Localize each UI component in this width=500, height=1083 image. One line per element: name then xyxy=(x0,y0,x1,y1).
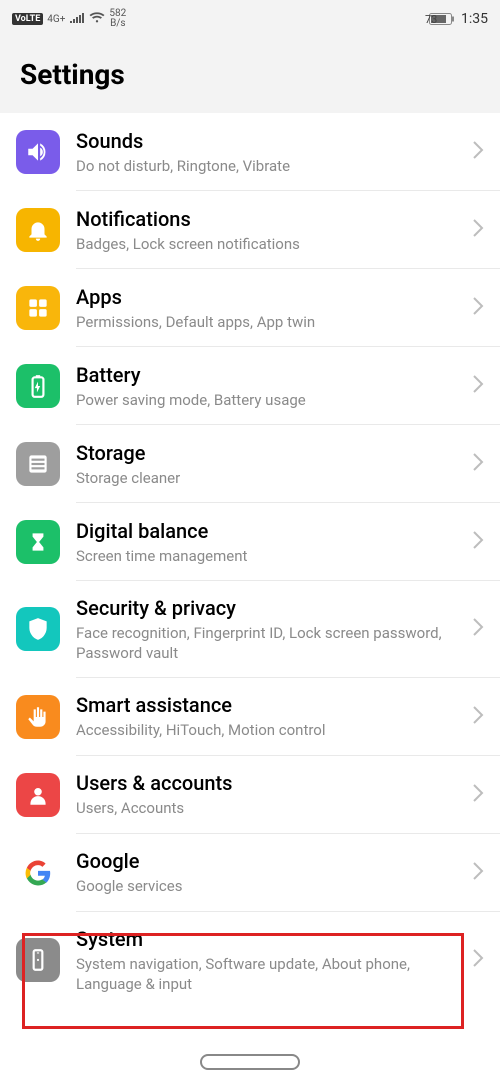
chevron-right-icon xyxy=(472,530,484,554)
hourglass-icon xyxy=(16,520,60,564)
page-title: Settings xyxy=(20,58,480,91)
system-icon xyxy=(16,938,60,982)
item-subtitle: Power saving mode, Battery usage xyxy=(76,390,464,410)
item-subtitle: Face recognition, Fingerprint ID, Lock s… xyxy=(76,623,464,664)
chevron-right-icon xyxy=(472,617,484,641)
item-title: Notifications xyxy=(76,206,464,232)
chevron-right-icon xyxy=(472,140,484,164)
item-title: Users & accounts xyxy=(76,770,464,796)
settings-item-users-accounts[interactable]: Users & accounts Users, Accounts xyxy=(0,756,500,834)
settings-item-apps[interactable]: Apps Permissions, Default apps, App twin xyxy=(0,269,500,347)
apps-icon xyxy=(16,286,60,330)
item-title: Google xyxy=(76,848,464,874)
item-subtitle: System navigation, Software update, Abou… xyxy=(76,954,464,995)
item-title: Security & privacy xyxy=(76,595,464,621)
person-icon xyxy=(16,773,60,817)
item-title: Battery xyxy=(76,362,464,388)
item-subtitle: Users, Accounts xyxy=(76,798,464,818)
status-left: VoLTE 4G+ 582 B/s xyxy=(12,9,126,29)
nav-bar xyxy=(0,1041,500,1083)
settings-item-google[interactable]: Google Google services xyxy=(0,834,500,912)
settings-item-sounds[interactable]: Sounds Do not disturb, Ringtone, Vibrate xyxy=(0,113,500,191)
network-type: 4G+ xyxy=(47,14,65,25)
chevron-right-icon xyxy=(472,705,484,729)
settings-item-security[interactable]: Security & privacy Face recognition, Fin… xyxy=(0,581,500,678)
item-subtitle: Screen time management xyxy=(76,546,464,566)
chevron-right-icon xyxy=(472,218,484,242)
settings-item-notifications[interactable]: Notifications Badges, Lock screen notifi… xyxy=(0,191,500,269)
item-subtitle: Badges, Lock screen notifications xyxy=(76,234,464,254)
settings-item-digital-balance[interactable]: Digital balance Screen time management xyxy=(0,503,500,581)
storage-icon xyxy=(16,442,60,486)
bell-icon xyxy=(16,208,60,252)
chevron-right-icon xyxy=(472,783,484,807)
item-title: System xyxy=(76,926,464,952)
signal-icon xyxy=(69,12,85,27)
item-subtitle: Accessibility, HiTouch, Motion control xyxy=(76,720,464,740)
battery-indicator: 73 xyxy=(429,12,455,26)
sound-icon xyxy=(16,130,60,174)
settings-item-battery[interactable]: Battery Power saving mode, Battery usage xyxy=(0,347,500,425)
chevron-right-icon xyxy=(472,374,484,398)
shield-icon xyxy=(16,607,60,651)
chevron-right-icon xyxy=(472,948,484,972)
clock: 1:35 xyxy=(461,11,488,27)
settings-item-smart-assistance[interactable]: Smart assistance Accessibility, HiTouch,… xyxy=(0,678,500,756)
google-icon xyxy=(16,851,60,895)
item-subtitle: Permissions, Default apps, App twin xyxy=(76,312,464,332)
chevron-right-icon xyxy=(472,296,484,320)
battery-icon xyxy=(16,364,60,408)
settings-header: Settings xyxy=(0,38,500,113)
item-title: Storage xyxy=(76,440,464,466)
item-title: Sounds xyxy=(76,128,464,154)
item-title: Apps xyxy=(76,284,464,310)
settings-item-system[interactable]: System System navigation, Software updat… xyxy=(0,912,500,1009)
network-speed: 582 B/s xyxy=(109,9,126,29)
status-bar: VoLTE 4G+ 582 B/s 73 1:35 xyxy=(0,0,500,38)
wifi-icon xyxy=(89,12,105,27)
item-subtitle: Google services xyxy=(76,876,464,896)
volte-badge: VoLTE xyxy=(12,13,43,25)
chevron-right-icon xyxy=(472,452,484,476)
settings-item-storage[interactable]: Storage Storage cleaner xyxy=(0,425,500,503)
item-subtitle: Do not disturb, Ringtone, Vibrate xyxy=(76,156,464,176)
item-title: Smart assistance xyxy=(76,692,464,718)
nav-pill[interactable] xyxy=(200,1054,300,1070)
chevron-right-icon xyxy=(472,861,484,885)
status-right: 73 1:35 xyxy=(429,11,488,27)
item-title: Digital balance xyxy=(76,518,464,544)
settings-list: Sounds Do not disturb, Ringtone, Vibrate… xyxy=(0,113,500,1008)
hand-icon xyxy=(16,695,60,739)
item-subtitle: Storage cleaner xyxy=(76,468,464,488)
